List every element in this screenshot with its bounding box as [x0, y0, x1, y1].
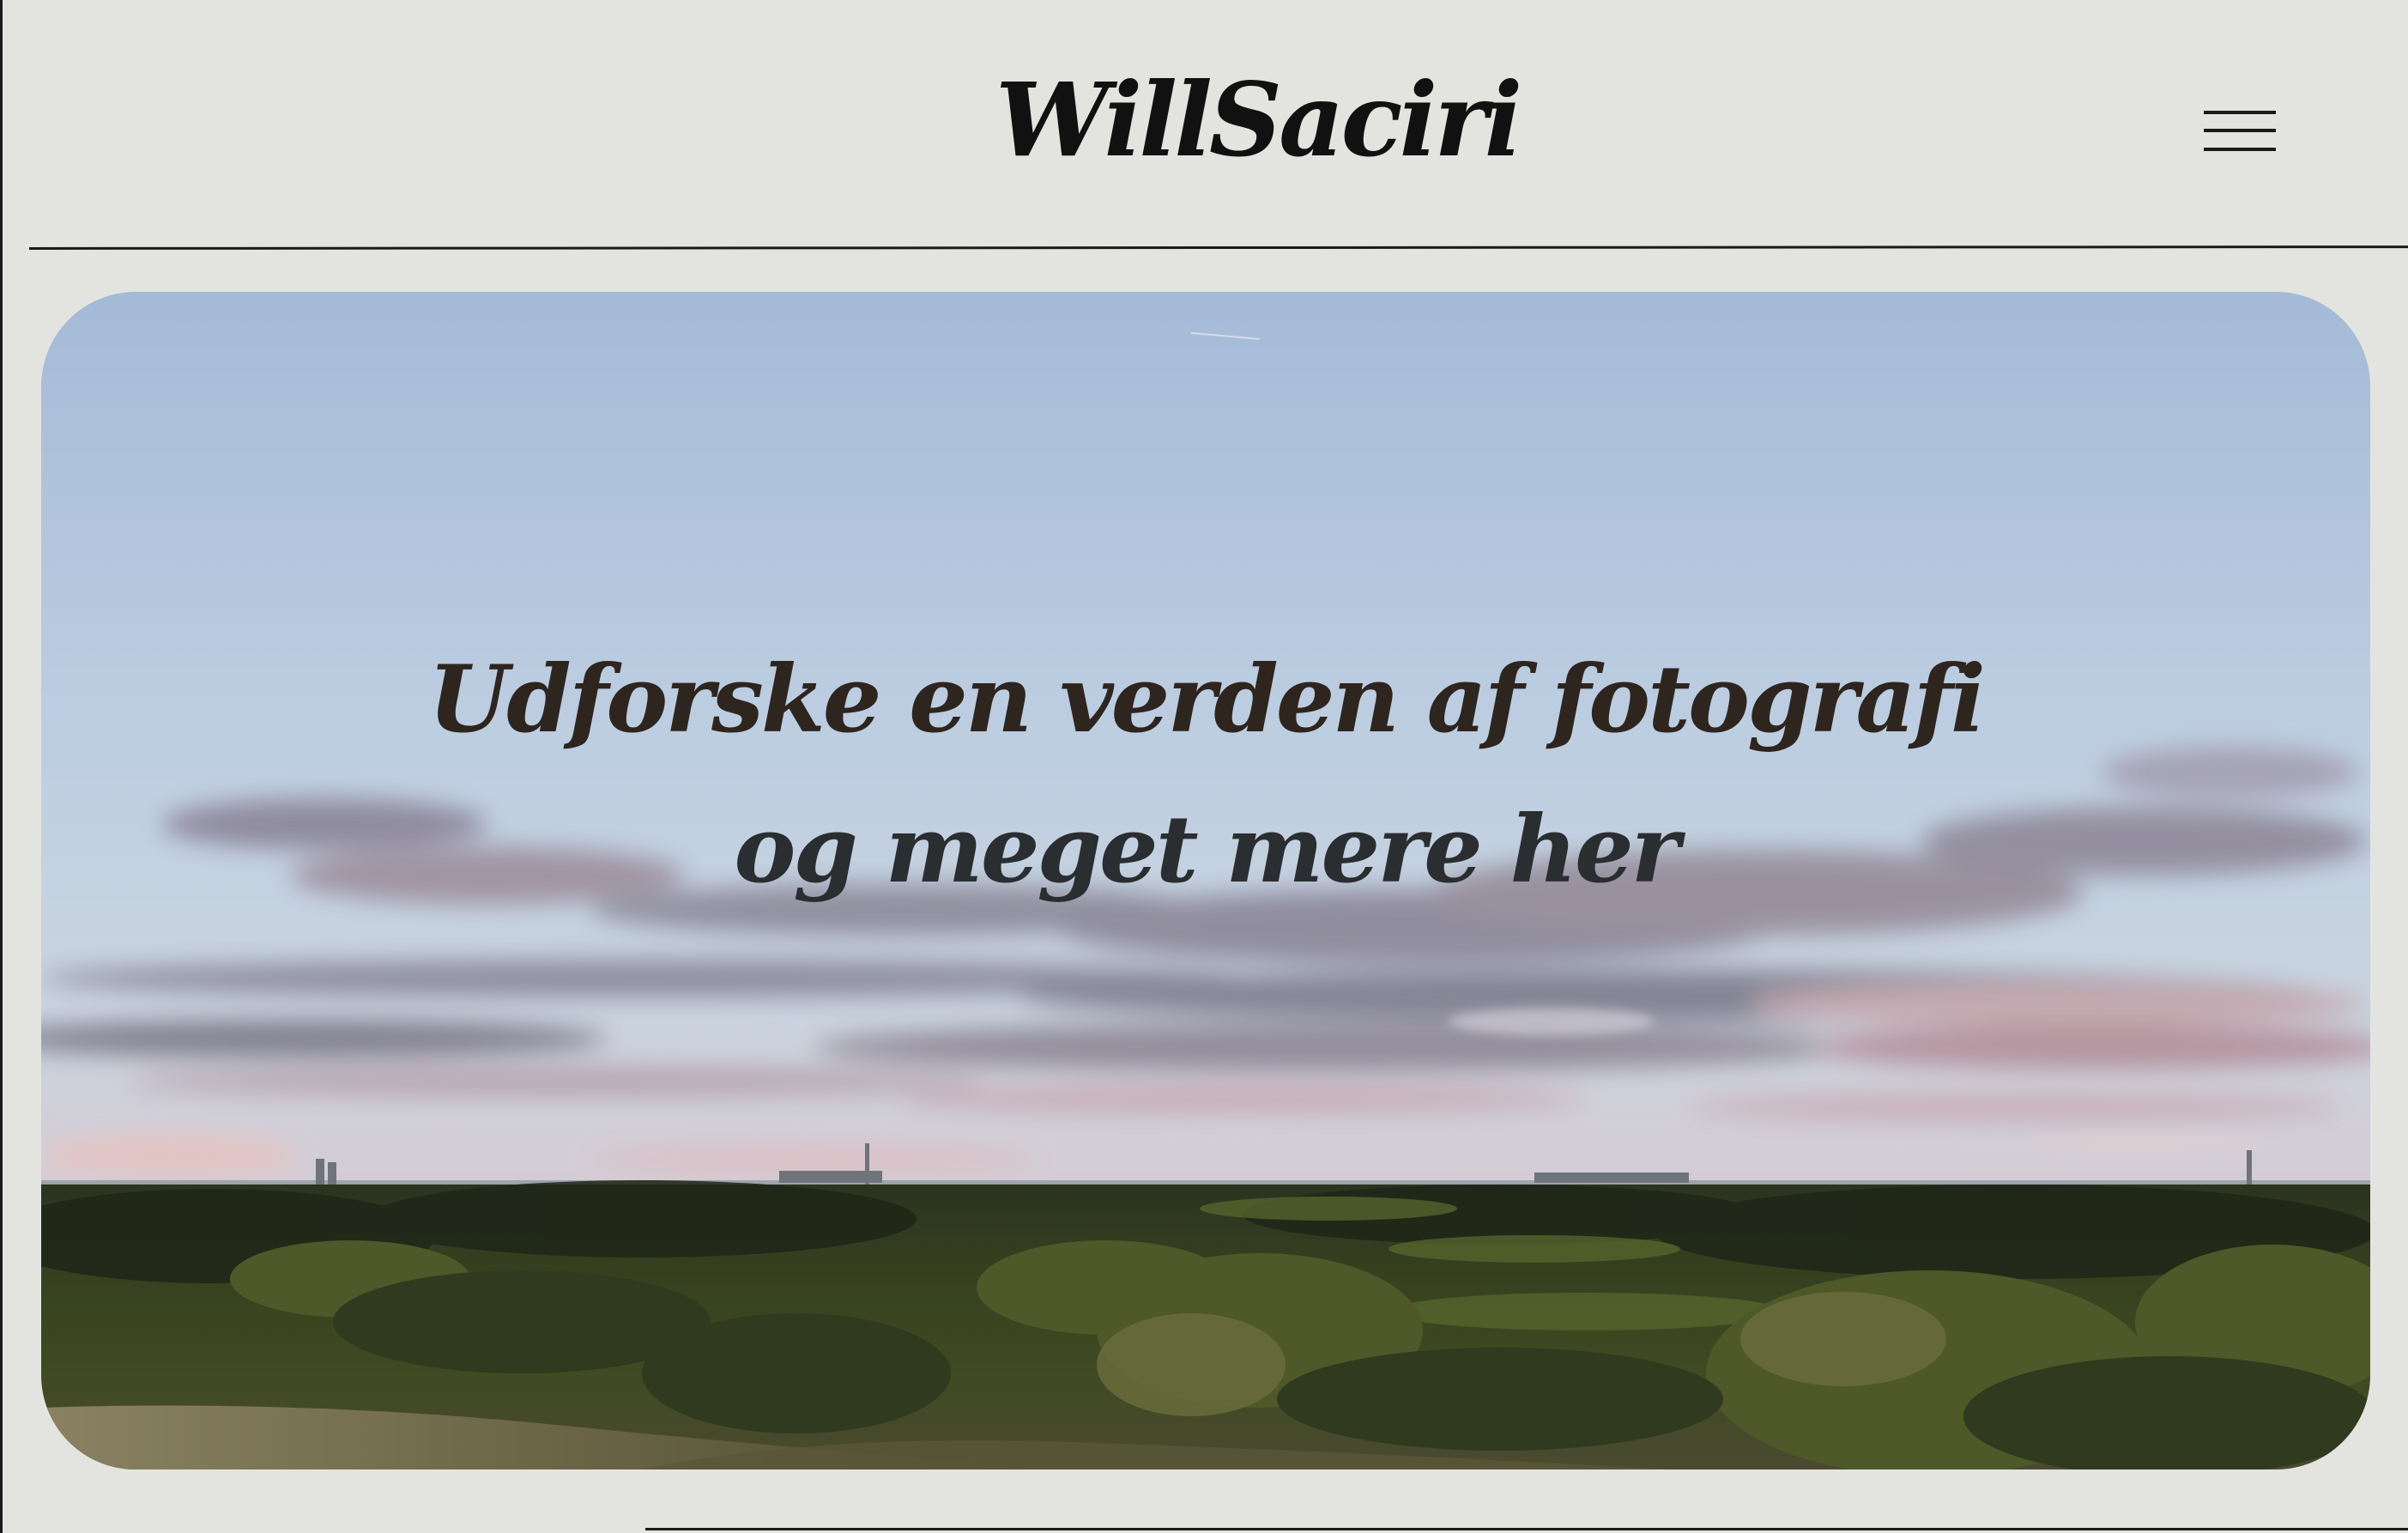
- hamburger-menu-icon-bar: [2204, 148, 2276, 151]
- hero-heading: Udforske en verden af fotografi og meget…: [41, 292, 2370, 1469]
- hamburger-menu-icon-bar: [2204, 129, 2276, 132]
- hero-heading-line-2: og meget mere her: [734, 796, 1679, 904]
- hero-heading-line-1: Udforske en verden af fotografi: [428, 645, 1986, 754]
- site-logo[interactable]: WillSaciri: [995, 60, 1522, 180]
- site-header: WillSaciri: [0, 0, 2408, 251]
- hero-banner: Udforske en verden af fotografi og meget…: [41, 292, 2370, 1469]
- hamburger-menu-button[interactable]: [2197, 105, 2283, 158]
- hamburger-menu-icon: [2204, 111, 2276, 114]
- section-divider: [645, 1528, 2408, 1530]
